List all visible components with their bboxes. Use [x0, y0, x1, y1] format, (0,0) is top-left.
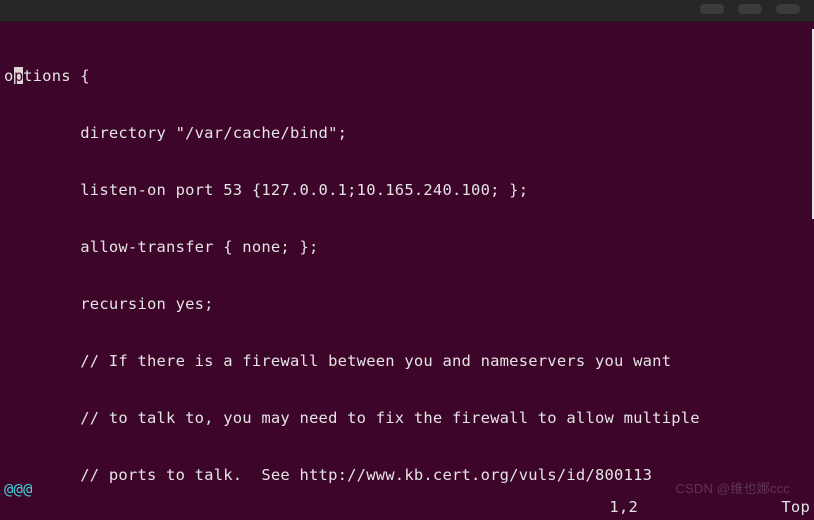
- cursor-char: p: [14, 67, 24, 86]
- code-line: opptions {: [0, 67, 787, 86]
- status-cursor-pos: 1,2: [609, 498, 638, 517]
- status-scroll-pos: Top: [781, 498, 810, 517]
- window-titlebar: [0, 0, 814, 22]
- code-line: directory "/var/cache/bind";: [0, 124, 787, 143]
- code-line: // If there is a firewall between you an…: [0, 352, 787, 371]
- status-mode: @@@: [4, 480, 33, 499]
- window-controls: [700, 4, 800, 14]
- window-control-close[interactable]: [776, 4, 800, 14]
- code-line: recursion yes;: [0, 295, 787, 314]
- code-line: // ports to talk. See http://www.kb.cert…: [0, 466, 787, 485]
- watermark-text: CSDN @维也娜ccc: [675, 479, 790, 498]
- code-line: listen-on port 53 {127.0.0.1;10.165.240.…: [0, 181, 787, 200]
- window-control-min[interactable]: [700, 4, 724, 14]
- text: o: [4, 67, 14, 85]
- terminal-viewport[interactable]: opptions { directory "/var/cache/bind"; …: [0, 22, 814, 520]
- text: tions {: [23, 67, 90, 85]
- code-line: // to talk to, you may need to fix the f…: [0, 409, 787, 428]
- editor-content[interactable]: opptions { directory "/var/cache/bind"; …: [0, 29, 787, 520]
- code-line: allow-transfer { none; };: [0, 238, 787, 257]
- window-control-max[interactable]: [738, 4, 762, 14]
